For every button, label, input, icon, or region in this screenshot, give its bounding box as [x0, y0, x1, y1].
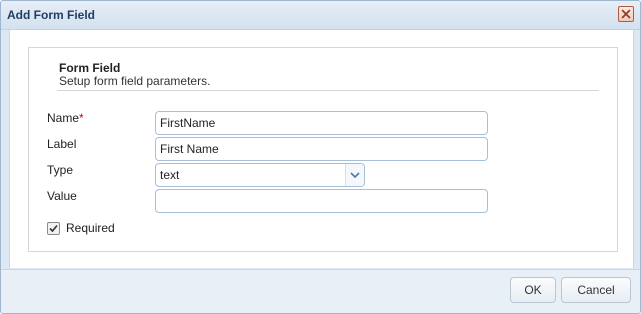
- dialog-body: Form Field Setup form field parameters. …: [9, 30, 634, 268]
- section-title: Form Field: [59, 61, 121, 75]
- value-input[interactable]: [155, 189, 488, 213]
- chevron-down-icon: [350, 172, 360, 179]
- form-field-fieldset: Form Field Setup form field parameters. …: [28, 47, 618, 252]
- label-input[interactable]: [155, 137, 488, 161]
- type-select-value: text: [160, 168, 180, 182]
- check-icon: [49, 224, 58, 233]
- required-star: *: [79, 111, 84, 125]
- type-select-trigger[interactable]: [345, 164, 364, 186]
- dialog-titlebar[interactable]: Add Form Field: [1, 1, 640, 30]
- name-label: Name*: [47, 111, 84, 125]
- required-checkbox-label[interactable]: Required: [66, 221, 115, 235]
- type-label: Type: [47, 163, 74, 177]
- section-description: Setup form field parameters.: [59, 74, 211, 88]
- label-label: Label: [47, 137, 77, 151]
- value-label: Value: [47, 189, 77, 203]
- add-form-field-dialog: Add Form Field Form Field Setup form fie…: [0, 0, 641, 314]
- dialog-footer: OK Cancel: [1, 269, 640, 313]
- ok-button[interactable]: OK: [510, 277, 556, 303]
- type-select[interactable]: text: [155, 163, 365, 187]
- dialog-title: Add Form Field: [7, 8, 95, 22]
- section-divider: [57, 90, 599, 91]
- close-button[interactable]: [618, 6, 634, 22]
- name-label-text: Name: [47, 111, 80, 125]
- cancel-button[interactable]: Cancel: [561, 277, 631, 303]
- close-icon: [621, 9, 631, 19]
- name-input[interactable]: [155, 111, 488, 135]
- required-checkbox[interactable]: [47, 222, 60, 235]
